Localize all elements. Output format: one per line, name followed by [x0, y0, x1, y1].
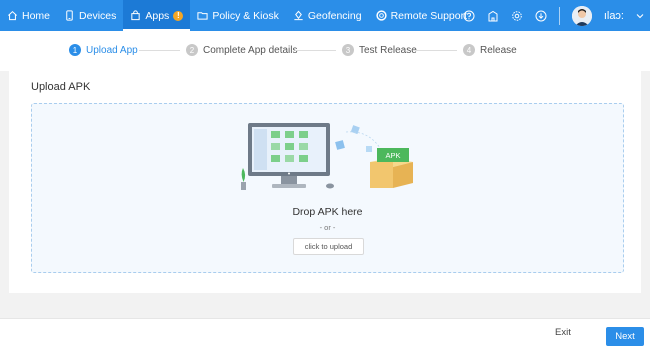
- or-separator: - or -: [319, 223, 336, 232]
- nav-item-policy-kiosk[interactable]: Policy & Kiosk: [190, 0, 286, 31]
- nav-item-geofencing[interactable]: Geofencing: [286, 0, 369, 31]
- nav-item-apps[interactable]: Apps !: [123, 0, 191, 31]
- upload-illustration: APK: [241, 123, 413, 190]
- apk-label: APK: [385, 151, 400, 160]
- step-number: 1: [69, 44, 81, 56]
- chevron-down-icon: [636, 13, 644, 18]
- page-title: Upload APK: [31, 81, 91, 93]
- help-icon: [463, 10, 475, 21]
- footer-actions: Exit Next: [0, 318, 650, 350]
- nav-right-tools: ılaɔ:: [463, 0, 650, 31]
- step-label: Release: [480, 44, 517, 56]
- settings-button[interactable]: [511, 10, 523, 22]
- apps-bag-icon: [131, 10, 141, 21]
- nav-item-label: Home: [22, 9, 51, 22]
- step-connector: [139, 50, 180, 51]
- nav-divider: [558, 6, 560, 25]
- nav-item-remote-support[interactable]: Remote Support: [369, 0, 474, 31]
- click-to-upload-button[interactable]: click to upload: [293, 238, 364, 255]
- user-menu-toggle[interactable]: [636, 12, 644, 20]
- step-label: Test Release: [359, 44, 417, 56]
- nav-item-label: Remote Support: [390, 9, 468, 22]
- step-label: Upload App: [86, 44, 138, 56]
- nav-item-devices[interactable]: Devices: [57, 0, 123, 31]
- building-icon: [488, 10, 498, 21]
- apps-alert-badge: !: [173, 10, 184, 21]
- step-number: 2: [186, 44, 198, 56]
- geofence-icon: [294, 10, 303, 21]
- nav-item-home[interactable]: Home: [0, 0, 57, 31]
- step-upload-app: 1 Upload App: [69, 44, 138, 56]
- lifebuoy-icon: [375, 10, 387, 21]
- avatar[interactable]: [571, 5, 592, 26]
- download-icon: [535, 10, 547, 21]
- step-number: 3: [342, 44, 354, 56]
- upload-card: Upload APK APK Drop APK here - or - clic…: [9, 71, 641, 293]
- home-icon: [8, 10, 17, 21]
- exit-button[interactable]: Exit: [555, 327, 571, 338]
- nav-item-label: Policy & Kiosk: [212, 9, 279, 22]
- nav-item-label: Devices: [79, 9, 117, 22]
- step-test-release: 3 Test Release: [342, 44, 417, 56]
- step-complete-app-details: 2 Complete App details: [186, 44, 298, 56]
- top-navigation-bar: Home Devices Apps ! Policy & Kiosk Geofe…: [0, 0, 650, 31]
- step-connector: [295, 50, 336, 51]
- settings-icon: [512, 10, 522, 21]
- folder-icon: [197, 12, 208, 20]
- step-number: 4: [463, 44, 475, 56]
- user-name[interactable]: ılaɔ:: [604, 10, 624, 22]
- upload-stepper: 1 Upload App 2 Complete App details 3 Te…: [0, 31, 650, 71]
- drop-apk-text: Drop APK here: [292, 206, 363, 218]
- nav-item-label: Apps: [145, 9, 170, 22]
- next-button[interactable]: Next: [606, 327, 644, 346]
- help-button[interactable]: [463, 10, 475, 22]
- organization-button[interactable]: [487, 10, 499, 22]
- step-connector: [416, 50, 457, 51]
- nav-item-label: Geofencing: [307, 9, 362, 22]
- device-icon: [66, 10, 73, 21]
- step-release: 4 Release: [463, 44, 517, 56]
- apk-dropzone[interactable]: APK Drop APK here - or - click to upload: [31, 103, 624, 273]
- step-label: Complete App details: [203, 44, 298, 56]
- download-button[interactable]: [535, 10, 547, 22]
